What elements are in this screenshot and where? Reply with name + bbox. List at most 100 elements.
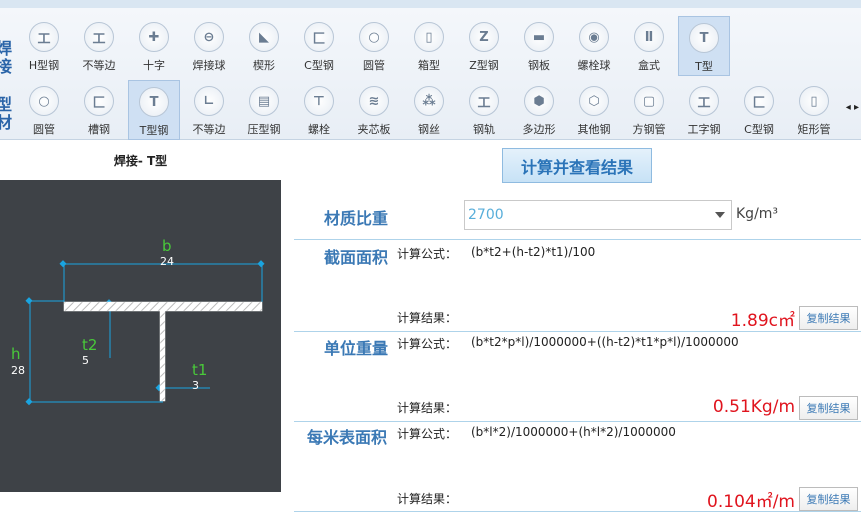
profile-shape-icon: ◉ — [579, 22, 609, 52]
profile-shape-icon: T — [139, 87, 169, 117]
t1-value: 3 — [192, 379, 199, 392]
profile-shape-icon: ○ — [359, 22, 389, 52]
profile-shape-icon: ⊤ — [304, 86, 334, 116]
surface-formula: (b*l*2)/1000000+(h*l*2)/1000000 — [471, 425, 676, 439]
row1-tool[interactable]: ▯ 箱型 — [403, 16, 455, 76]
row2-tool[interactable]: ▯ 矩形管 — [788, 80, 840, 140]
shape-toolbar: 焊接 工 H型钢工不等边 ✚ 十字 ⊖ 焊接球 ◣ 楔形匚 C型钢 ○ 圆管 ▯ 箱型 Z Z型钢 ▬ 钢板 ◉ 螺… — [0, 8, 861, 140]
tool-label: 槽钢 — [88, 123, 110, 136]
row1-tool[interactable]: T T型 — [678, 16, 730, 76]
tool-label: 焊接球 — [192, 59, 226, 72]
row2-tool[interactable]: ▤ 压型钢 — [238, 80, 290, 140]
row1-tool[interactable]: ◣ 楔形 — [238, 16, 290, 76]
profile-shape-icon: ○ — [29, 86, 59, 116]
section-divider — [294, 331, 861, 332]
profile-shape-icon: ▤ — [249, 86, 279, 116]
copy-area-button[interactable]: 复制结果 — [799, 306, 858, 330]
copy-surface-button[interactable]: 复制结果 — [799, 487, 858, 511]
row2-tool[interactable]: ▢ 方钢管 — [623, 80, 675, 140]
b-label: b — [162, 237, 172, 255]
tool-label: T型钢 — [139, 124, 169, 137]
row2-tool[interactable]: ⬢ 多边形 — [513, 80, 565, 140]
profile-shape-icon: ▢ — [634, 86, 664, 116]
b-value: 24 — [160, 255, 174, 268]
row2-tool[interactable]: 工钢轨 — [458, 80, 510, 140]
row2-tool[interactable]: ○ 圆管 — [18, 80, 70, 140]
surface-formula-label: 计算公式： — [397, 427, 458, 441]
tool-label: 螺栓球 — [577, 59, 611, 72]
density-select[interactable]: 2700 — [464, 200, 732, 230]
area-result: 1.89c㎡ — [730, 311, 795, 331]
t-web — [159, 310, 166, 402]
row1-tool[interactable]: 匚 C型钢 — [293, 16, 345, 76]
copy-weight-button[interactable]: 复制结果 — [799, 396, 858, 420]
tool-label: 多边形 — [522, 123, 556, 136]
profile-shape-icon: ▬ — [524, 22, 554, 52]
row2-tool[interactable]: 匚 C型钢 — [733, 80, 785, 140]
toolbar-row-profiles: 型材 ○ 圆管 匚槽钢 T T型钢 ∟ 不等边 ▤ 压型钢 ⊤ 螺栓 ≋ 夹芯板 ⁂ 钢丝 工钢轨 ⬢ 多边形 ⬡ 其… — [0, 80, 861, 144]
tool-label: 方钢管 — [632, 123, 666, 136]
tool-label: 钢轨 — [473, 123, 495, 136]
row-label-profiles: 型材 — [0, 95, 13, 132]
area-result-label: 计算结果： — [397, 311, 458, 325]
area-formula-label: 计算公式： — [397, 247, 458, 261]
area-formula: (b*t2+(h-t2)*t1)/100 — [471, 245, 596, 259]
profile-shape-icon: Ⅱ — [634, 22, 664, 52]
weight-result: 0.51Kg/m — [712, 397, 795, 417]
row1-tool[interactable]: 工 H型钢 — [18, 16, 70, 76]
tool-label: 箱型 — [418, 59, 440, 72]
row2-tool[interactable]: ⁂ 钢丝 — [403, 80, 455, 140]
t1-label: t1 — [192, 361, 208, 379]
h-label: h — [11, 345, 21, 363]
row1-tool[interactable]: Z Z型钢 — [458, 16, 510, 76]
tool-label: 夹芯板 — [357, 123, 391, 136]
tool-label: 螺栓 — [308, 123, 330, 136]
row2-tool[interactable]: 匚槽钢 — [73, 80, 125, 140]
tool-label: 圆管 — [33, 123, 55, 136]
row1-tool[interactable]: ◉ 螺栓球 — [568, 16, 620, 76]
toolbar-scroll-arrows[interactable]: ◂ ▸ — [846, 102, 859, 113]
row1-tool[interactable]: ○ 圆管 — [348, 16, 400, 76]
profile-shape-icon: ⁂ — [414, 86, 444, 116]
row1-tool[interactable]: Ⅱ 盒式 — [623, 16, 675, 76]
surface-title: 每米表面积 — [307, 428, 388, 447]
profile-shape-icon: ≋ — [359, 86, 389, 116]
title-bar-remnant — [0, 0, 861, 8]
t-flange — [63, 301, 263, 312]
row2-tool[interactable]: ⊤ 螺栓 — [293, 80, 345, 140]
row1-tool[interactable]: 工不等边 — [73, 16, 125, 76]
row2-tool[interactable]: ∟ 不等边 — [183, 80, 235, 140]
chevron-down-icon[interactable] — [715, 212, 725, 218]
profile-shape-icon: T — [689, 23, 719, 53]
row2-tool[interactable]: ≋ 夹芯板 — [348, 80, 400, 140]
section-drawing: b 24 h 28 t2 5 t1 3 — [0, 180, 281, 492]
calculate-button[interactable]: 计算并查看结果 — [502, 148, 652, 183]
tool-label: H型钢 — [28, 59, 60, 72]
profile-shape-icon: ▯ — [414, 22, 444, 52]
row1-tool[interactable]: ▬ 钢板 — [513, 16, 565, 76]
section-divider — [294, 421, 861, 422]
profile-shape-icon: 匚 — [84, 86, 114, 116]
tool-label: 不等边 — [82, 59, 116, 72]
surface-result-label: 计算结果： — [397, 492, 458, 506]
area-title: 截面面积 — [324, 248, 389, 267]
row2-tool[interactable]: T T型钢 — [128, 80, 180, 140]
h-value: 28 — [11, 364, 25, 377]
profile-shape-icon: ∟ — [194, 86, 224, 116]
tool-label: Z型钢 — [469, 59, 499, 72]
t2-value: 5 — [82, 354, 89, 367]
tool-label: C型钢 — [744, 123, 774, 136]
weight-result-label: 计算结果： — [397, 401, 458, 415]
row2-tool[interactable]: ⬡ 其他钢 — [568, 80, 620, 140]
tool-label: 盒式 — [638, 59, 660, 72]
row1-tool[interactable]: ⊖ 焊接球 — [183, 16, 235, 76]
profile-shape-icon: ⬡ — [579, 86, 609, 116]
profile-shape-icon: ◣ — [249, 22, 279, 52]
row1-tool[interactable]: ✚ 十字 — [128, 16, 180, 76]
tool-label: 其他钢 — [577, 123, 611, 136]
weight-title: 单位重量 — [324, 339, 389, 358]
profile-shape-icon: 工 — [469, 86, 499, 116]
profile-shape-icon: 工 — [29, 22, 59, 52]
row2-tool[interactable]: 工工字钢 — [678, 80, 730, 140]
profile-shape-icon: 工 — [84, 22, 114, 52]
